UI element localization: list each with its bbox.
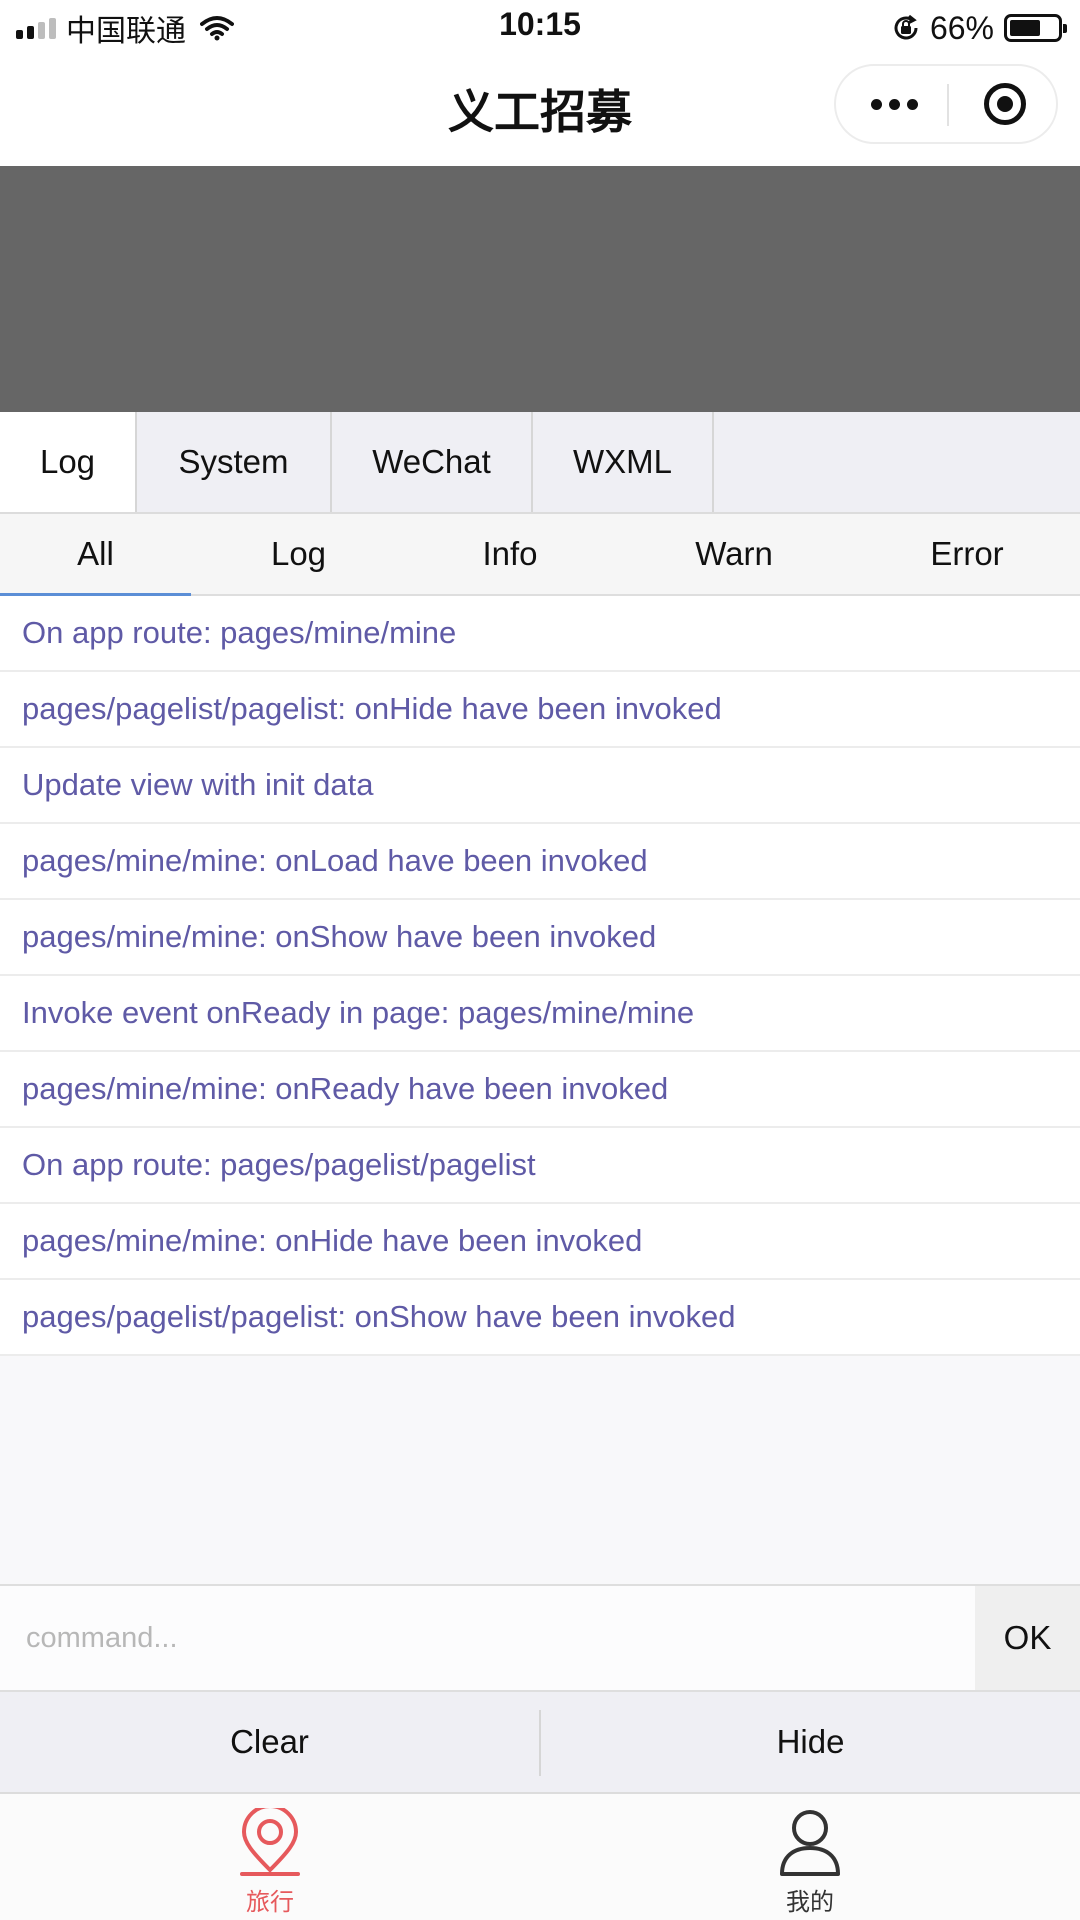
hide-button[interactable]: Hide [541,1692,1080,1792]
clear-button[interactable]: Clear [0,1692,539,1792]
command-bar: OK [0,1584,1080,1692]
log-entry: On app route: pages/mine/mine [0,596,1080,672]
tab-system[interactable]: System [137,412,332,512]
person-icon [780,1810,840,1876]
tab-log[interactable]: Log [0,412,137,512]
battery-percent: 66% [929,9,994,46]
rotation-lock-icon [894,14,918,40]
log-entry: pages/mine/mine: onShow have been invoke… [0,900,1080,976]
status-right: 66% [892,8,1067,48]
mini-program-capsule [834,64,1058,144]
filter-all[interactable]: All [0,514,191,596]
tab-wxml[interactable]: WXML [533,412,714,512]
log-entry: pages/pagelist/pagelist: onHide have bee… [0,672,1080,748]
battery-level [1010,20,1040,36]
close-target-icon[interactable] [984,83,1026,125]
tab-wechat[interactable]: WeChat [332,412,533,512]
log-entry: pages/mine/mine: onReady have been invok… [0,1052,1080,1128]
filter-log[interactable]: Log [191,514,406,594]
log-entry: pages/pagelist/pagelist: onShow have bee… [0,1280,1080,1356]
filter-warn[interactable]: Warn [614,514,854,594]
log-entry: Update view with init data [0,748,1080,824]
console-tabs: Log System WeChat WXML [0,412,1080,514]
capsule-divider [947,84,949,126]
log-list[interactable]: On app route: pages/mine/mine pages/page… [0,596,1080,1584]
more-icon[interactable] [864,84,924,124]
log-filter-tabs: All Log Info Warn Error [0,514,1080,596]
location-pin-icon [240,1808,300,1876]
command-input[interactable] [0,1586,975,1690]
page-overlay[interactable] [0,166,1080,412]
bottom-tab-bar: 旅行 我的 [0,1794,1080,1920]
filter-error[interactable]: Error [854,514,1080,594]
status-bar: 中国联通 10:15 66% [0,0,1080,56]
console-footer: Clear Hide [0,1692,1080,1794]
log-entry: Invoke event onReady in page: pages/mine… [0,976,1080,1052]
tab-mine[interactable]: 我的 [540,1794,1080,1920]
filter-info[interactable]: Info [406,514,614,594]
log-entry: On app route: pages/pagelist/pagelist [0,1128,1080,1204]
ok-button[interactable]: OK [975,1586,1080,1690]
tab-mine-label: 我的 [786,1888,834,1916]
battery-icon [1004,14,1067,42]
log-entry: pages/mine/mine: onLoad have been invoke… [0,824,1080,900]
tab-travel[interactable]: 旅行 [0,1794,540,1920]
navigation-bar: 义工招募 [0,56,1080,166]
log-entry: pages/mine/mine: onHide have been invoke… [0,1204,1080,1280]
tab-travel-label: 旅行 [246,1888,294,1916]
